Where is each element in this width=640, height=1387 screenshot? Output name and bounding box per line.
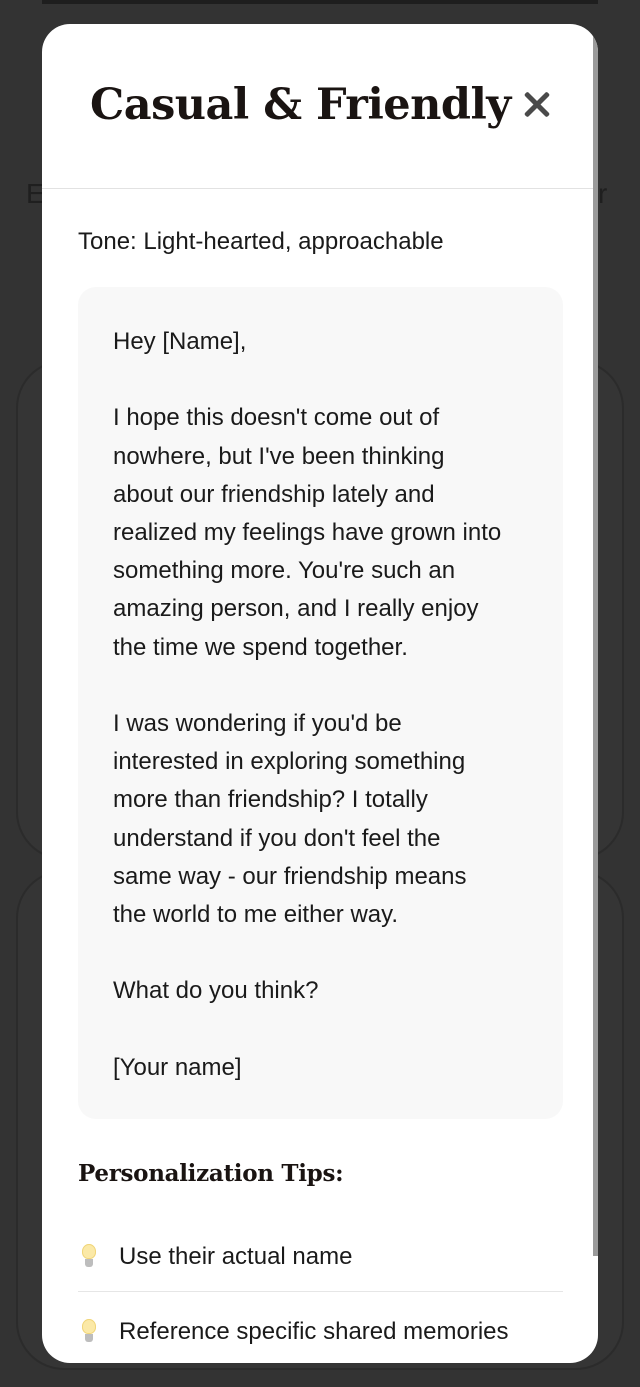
background-text-fragment: r [598,178,608,209]
light-bulb-icon [81,1244,97,1270]
background-top-bar [42,0,598,4]
template-modal: Casual & Friendly Tone: Light-hearted, a… [42,24,598,1363]
tip-text: Reference specific shared memories [119,1318,509,1345]
modal-title: Casual & Friendly [90,80,511,130]
message-paragraph: Hey [Name], [113,328,247,355]
message-paragraph: What do you think? [113,977,319,1005]
message-template: Hey [Name], I hope this doesn't come out… [78,287,563,1119]
tips-heading: Personalization Tips: [78,1160,344,1187]
tip-text: Use their actual name [119,1243,353,1270]
tone-label: Tone: Light-hearted, approachable [78,228,444,255]
tip-item: Use their actual name [78,1217,563,1292]
modal-header: Casual & Friendly [42,24,598,189]
light-bulb-icon [81,1319,97,1345]
tip-item: Reference specific shared memories [78,1292,563,1363]
message-paragraph: I was wondering if you'd be interested i… [113,710,467,929]
close-icon[interactable] [518,86,556,124]
message-paragraph: I hope this doesn't come out of nowhere,… [113,404,502,661]
message-paragraph: [Your name] [113,1053,242,1081]
tips-list: Use their actual name Reference specific… [78,1217,563,1363]
scrollbar[interactable] [593,24,598,1256]
